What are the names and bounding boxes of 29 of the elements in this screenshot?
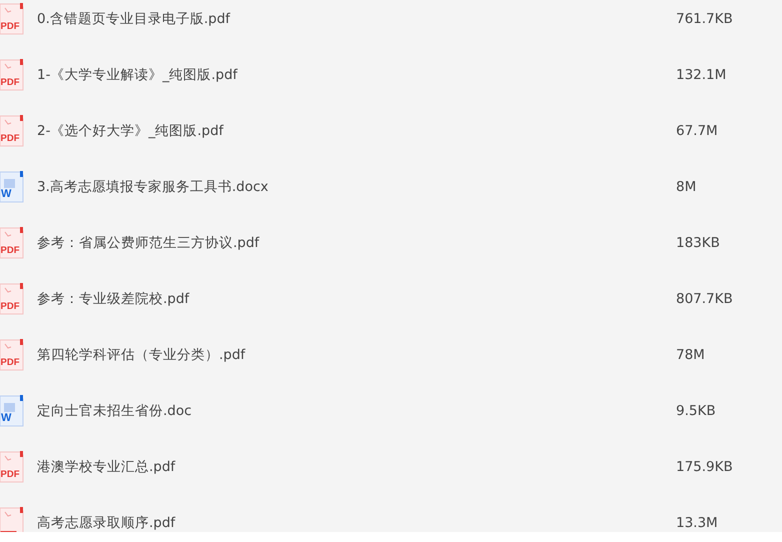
file-size: 8M [676,179,696,195]
file-name[interactable]: 港澳学校专业汇总.pdf [37,458,676,476]
file-size: 78M [676,347,705,363]
file-name[interactable]: 参考：省属公费师范生三方协议.pdf [37,234,676,252]
file-name[interactable]: 参考：专业级差院校.pdf [37,290,676,308]
file-name[interactable]: 1-《大学专业解读》_纯图版.pdf [37,66,676,84]
file-name[interactable]: 定向士官未招生省份.doc [37,402,676,420]
file-size: 761.7KB [676,11,733,27]
pdf-file-icon: PDF [0,3,24,35]
file-name[interactable]: 高考志愿录取顺序.pdf [37,514,676,532]
file-name[interactable]: 3.高考志愿填报专家服务工具书.docx [37,178,676,196]
file-name[interactable]: 第四轮学科评估（专业分类）.pdf [37,346,676,364]
pdf-file-icon: PDF [0,115,24,147]
file-size: 13.3M [676,515,718,531]
word-file-icon: W [0,171,24,203]
word-file-icon: W [0,395,24,427]
file-size: 807.7KB [676,291,733,307]
pdf-file-icon: PDF [0,451,24,483]
pdf-file-icon: PDF [0,283,24,315]
pdf-file-icon: PDF [0,59,24,91]
file-size: 67.7M [676,123,718,139]
file-size: 183KB [676,235,720,251]
file-size: 9.5KB [676,403,716,419]
file-name[interactable]: 2-《选个好大学》_纯图版.pdf [37,122,676,140]
file-size: 132.1M [676,67,726,83]
file-name[interactable]: 0.含错题页专业目录电子版.pdf [37,10,676,28]
file-size: 175.9KB [676,459,733,475]
pdf-file-icon: PDF [0,339,24,371]
pdf-file-icon: PDF [0,227,24,259]
